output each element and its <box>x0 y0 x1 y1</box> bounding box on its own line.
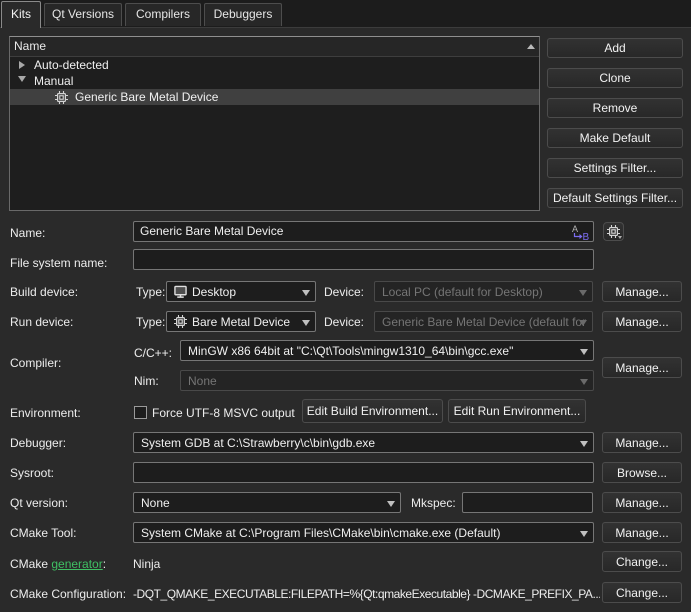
svg-text:B: B <box>583 232 590 241</box>
svg-text:A: A <box>572 224 578 234</box>
